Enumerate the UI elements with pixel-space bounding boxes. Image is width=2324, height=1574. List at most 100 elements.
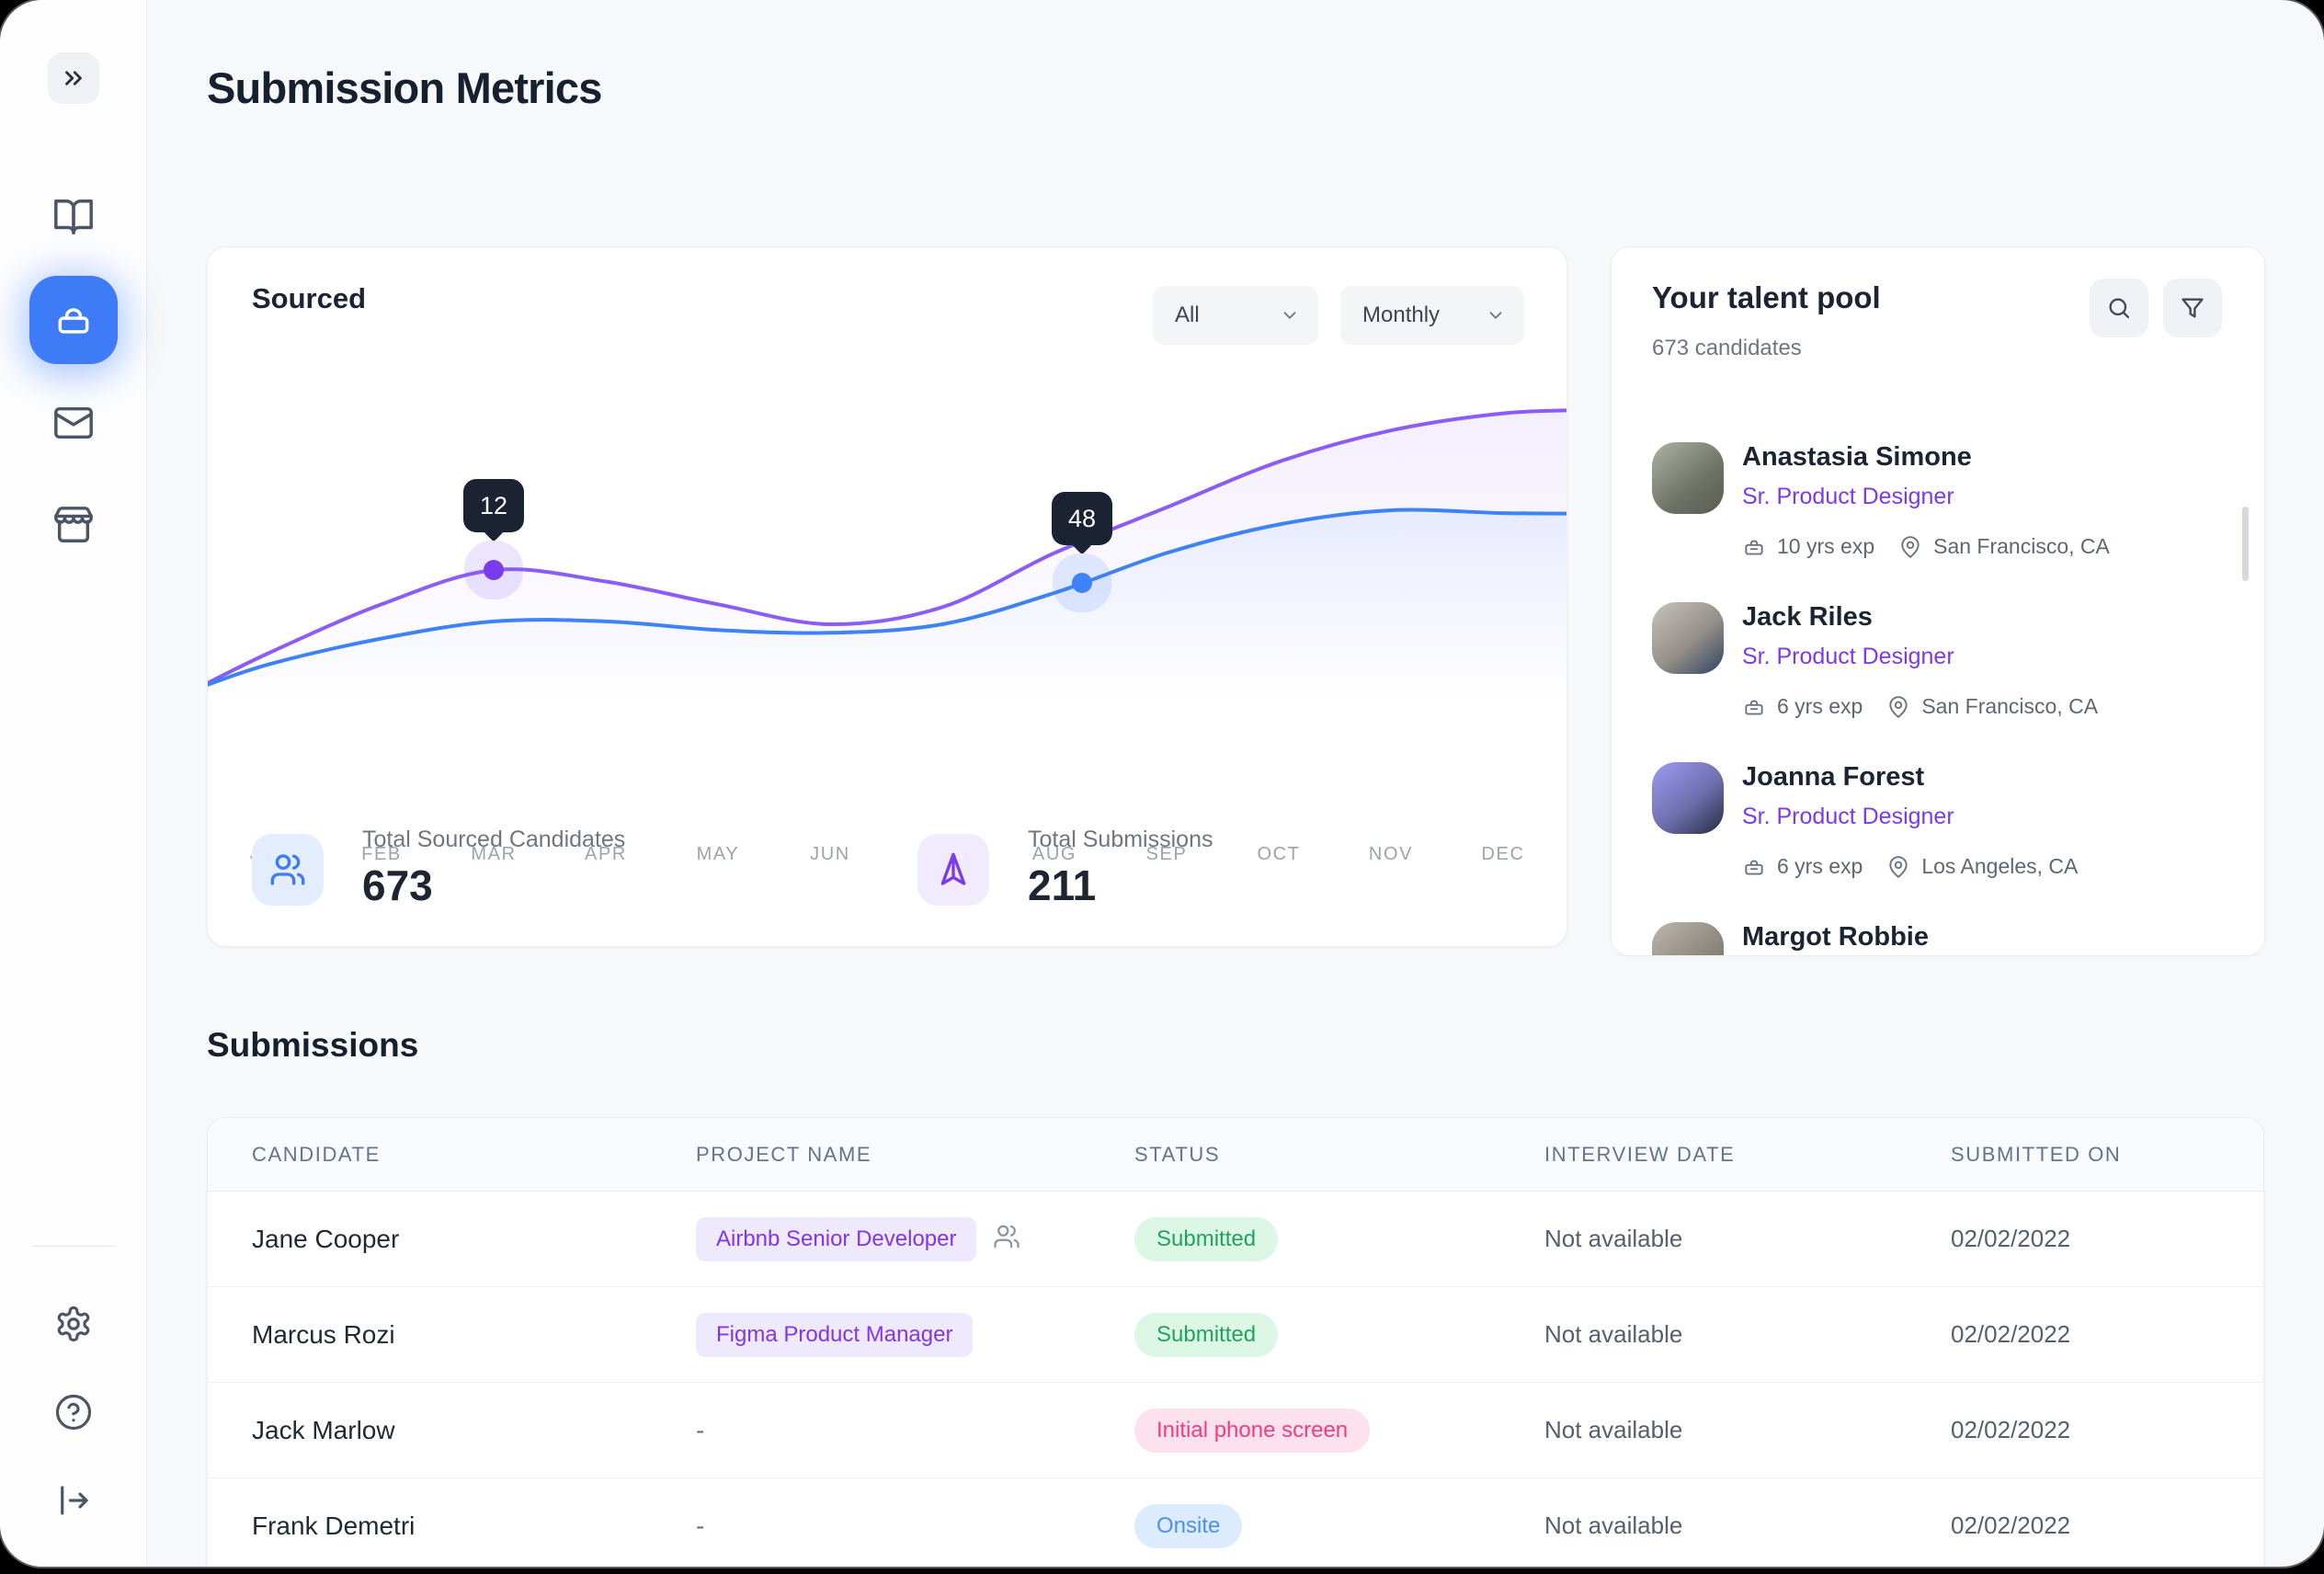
talent-search-button[interactable]: [2090, 279, 2148, 337]
cell-interview-date: Not available: [1544, 1225, 1951, 1253]
avatar: [1652, 762, 1724, 834]
submissions-title: Submissions: [207, 1026, 418, 1065]
sidebar-item-messages[interactable]: [29, 379, 118, 467]
total-submissions: Total Submissions 211: [917, 827, 1213, 910]
line-chart: [208, 396, 1567, 683]
navigation-icon-tile: [917, 834, 989, 906]
candidate-list: Anastasia Simone Sr. Product Designer 10…: [1652, 440, 2246, 956]
total-sourced-candidates: Total Sourced Candidates 673: [252, 827, 625, 910]
navigation-icon: [935, 851, 972, 888]
sidebar-expand-button[interactable]: [48, 52, 99, 104]
candidate-name: Jack Riles: [1742, 602, 2246, 633]
table-header-row: CANDIDATE PROJECT NAME STATUS INTERVIEW …: [208, 1118, 2263, 1192]
status-badge: Initial phone screen: [1134, 1409, 1370, 1453]
table-row[interactable]: Frank Demetri - Onsite Not available 02/…: [208, 1478, 2263, 1567]
storefront-icon: [52, 504, 95, 546]
cell-submitted-on: 02/02/2022: [1951, 1511, 2219, 1540]
candidate-list-item[interactable]: Anastasia Simone Sr. Product Designer 10…: [1652, 440, 2246, 600]
cell-status: Submitted: [1134, 1313, 1544, 1357]
project-badge: Airbnb Senior Developer: [696, 1217, 976, 1261]
candidate-name: Anastasia Simone: [1742, 442, 2246, 473]
column-header-project: PROJECT NAME: [696, 1143, 1134, 1167]
candidate-name: Joanna Forest: [1742, 762, 2246, 793]
sidebar-item-jobs-active[interactable]: [29, 276, 118, 364]
mail-icon: [52, 402, 95, 444]
sidebar-item-help[interactable]: [29, 1368, 118, 1456]
column-header-submitted-on: SUBMITTED ON: [1951, 1143, 2219, 1167]
cell-candidate: Marcus Rozi: [252, 1320, 696, 1350]
briefcase-icon: [1742, 695, 1766, 719]
app-window: Submission Metrics Sourced All Monthly: [0, 0, 2324, 1567]
candidate-role: Sr. Product Designer: [1742, 804, 2246, 830]
candidate-list-item[interactable]: Margot Robbie: [1652, 920, 2246, 956]
table-row[interactable]: Jack Marlow - Initial phone screen Not a…: [208, 1383, 2263, 1478]
sourced-data-point[interactable]: [484, 560, 504, 580]
talent-pool-count: 673 candidates: [1652, 336, 1802, 361]
project-badge: Figma Product Manager: [696, 1313, 973, 1357]
total-value: 673: [362, 861, 625, 910]
table-row[interactable]: Marcus Rozi Figma Product Manager Submit…: [208, 1287, 2263, 1383]
chevrons-right-icon: [60, 64, 87, 92]
candidate-location: San Francisco, CA: [1921, 694, 2098, 719]
filter-funnel-icon: [2180, 295, 2205, 321]
candidate-experience: 6 yrs exp: [1777, 854, 1863, 879]
chevron-down-icon: [1280, 305, 1300, 325]
candidate-list-item[interactable]: Jack Riles Sr. Product Designer 6 yrs ex…: [1652, 600, 2246, 760]
cell-interview-date: Not available: [1544, 1511, 1951, 1540]
cell-project: Airbnb Senior Developer: [696, 1217, 1134, 1261]
table-row[interactable]: Jane Cooper Airbnb Senior Developer Subm…: [208, 1192, 2263, 1287]
sidebar-item-settings[interactable]: [29, 1280, 118, 1368]
period-dropdown-value: Monthly: [1362, 302, 1440, 328]
cell-project: Figma Product Manager: [696, 1313, 1134, 1357]
cell-candidate: Jane Cooper: [252, 1225, 696, 1254]
submissions-table: CANDIDATE PROJECT NAME STATUS INTERVIEW …: [207, 1117, 2264, 1567]
talent-filter-button[interactable]: [2163, 279, 2222, 337]
users-icon: [269, 851, 306, 888]
main-content: Submission Metrics Sourced All Monthly: [147, 0, 2324, 1567]
cell-project: -: [696, 1511, 1134, 1541]
cell-candidate: Frank Demetri: [252, 1511, 696, 1541]
column-header-status: STATUS: [1134, 1143, 1544, 1167]
chart-tooltip-sourced: 12: [463, 479, 524, 532]
sidebar-item-logout[interactable]: [29, 1456, 118, 1545]
chart-totals: Total Sourced Candidates 673 Total Submi…: [208, 827, 1566, 937]
cell-submitted-on: 02/02/2022: [1951, 1225, 2219, 1253]
candidate-location: Los Angeles, CA: [1921, 854, 2078, 879]
scrollbar-thumb[interactable]: [2242, 507, 2249, 581]
candidate-name: Margot Robbie: [1742, 922, 2246, 952]
candidate-meta: 10 yrs exp San Francisco, CA: [1742, 534, 2246, 559]
page-title: Submission Metrics: [207, 63, 602, 113]
cell-status: Submitted: [1134, 1217, 1544, 1261]
scope-dropdown[interactable]: All: [1153, 286, 1318, 345]
sidebar-item-library[interactable]: [29, 173, 118, 261]
cell-interview-date: Not available: [1544, 1320, 1951, 1349]
gear-icon: [54, 1305, 93, 1343]
status-badge: Submitted: [1134, 1313, 1278, 1357]
cell-submitted-on: 02/02/2022: [1951, 1416, 2219, 1444]
map-pin-icon: [1886, 695, 1910, 719]
empty-project-dash: -: [696, 1416, 704, 1445]
status-badge: Onsite: [1134, 1504, 1242, 1548]
column-header-interview-date: INTERVIEW DATE: [1544, 1143, 1951, 1167]
sidebar: [0, 0, 147, 1567]
log-out-icon: [54, 1481, 93, 1520]
total-label: Total Submissions: [1028, 827, 1213, 853]
chart-canvas: [208, 396, 1567, 700]
briefcase-icon: [1742, 855, 1766, 879]
candidate-location: San Francisco, CA: [1933, 534, 2110, 559]
users-icon: [993, 1223, 1020, 1255]
empty-project-dash: -: [696, 1511, 704, 1541]
sidebar-item-marketplace[interactable]: [29, 481, 118, 569]
users-icon-tile: [252, 834, 324, 906]
chevron-down-icon: [1486, 305, 1506, 325]
sidebar-divider: [31, 1246, 116, 1247]
search-icon: [2106, 295, 2132, 321]
talent-pool-title: Your talent pool: [1652, 280, 1881, 315]
period-dropdown[interactable]: Monthly: [1340, 286, 1524, 345]
candidate-meta: 6 yrs exp San Francisco, CA: [1742, 694, 2246, 719]
status-badge: Submitted: [1134, 1217, 1278, 1261]
briefcase-icon: [1742, 535, 1766, 559]
sourced-chart-card: Sourced All Monthly: [207, 246, 1567, 947]
talent-pool-card: Your talent pool 673 candidates Anastasi…: [1611, 246, 2265, 956]
candidate-list-item[interactable]: Joanna Forest Sr. Product Designer 6 yrs…: [1652, 760, 2246, 920]
